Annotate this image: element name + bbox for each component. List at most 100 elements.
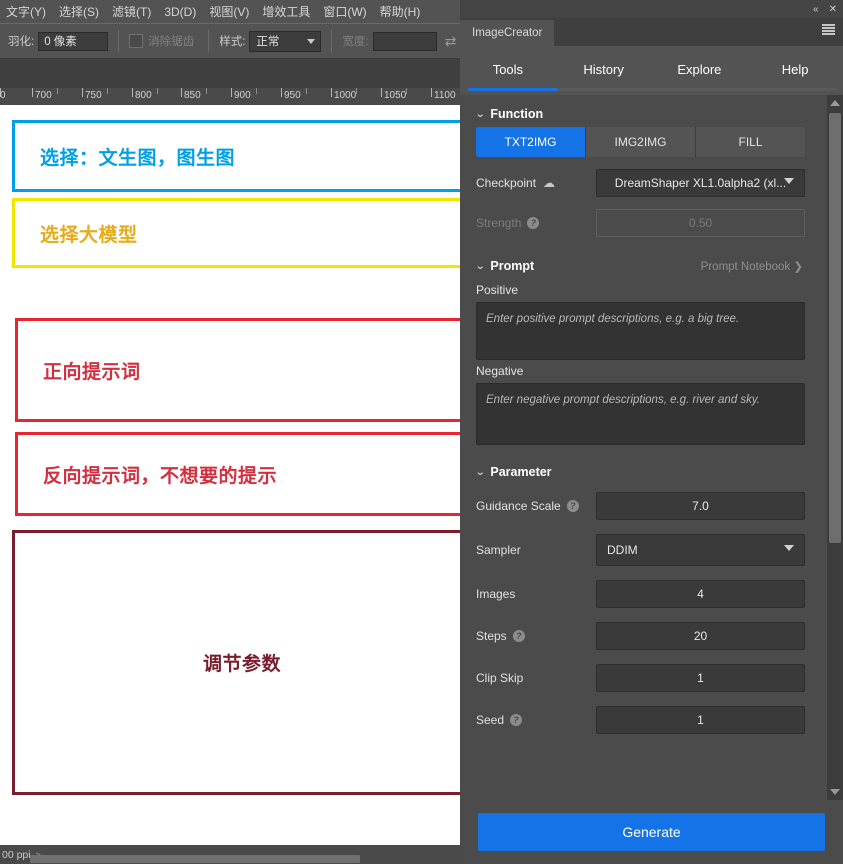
clip-skip-label-wrap: Clip Skip [476,671,596,685]
row-checkpoint: Checkpoint ☁ DreamShaper XL1.0alpha2 (xl… [470,163,811,203]
host-application-area: 文字(Y) 选择(S) 滤镜(T) 3D(D) 视图(V) 增效工具 窗口(W)… [0,0,475,864]
menu-item-help[interactable]: 帮助(H) [380,3,421,20]
prompt-notebook-link[interactable]: Prompt Notebook ❯ [701,259,803,273]
section-header-parameter[interactable]: ⌄ Parameter [470,457,811,485]
sampler-select[interactable]: DDIM [596,534,805,566]
steps-value: 20 [693,629,708,643]
ruler-label-850: 850 [184,90,201,101]
imagecreator-panel: « ✕ ImageCreator Tools History Explore H… [460,0,843,864]
checkpoint-label-wrap: Checkpoint ☁ [476,176,596,190]
info-icon[interactable]: ? [510,714,523,726]
generate-button[interactable]: Generate [478,813,825,851]
clip-skip-input[interactable]: 1 [596,664,805,692]
nav-tab-history[interactable]: History [556,50,652,90]
menu-item-select[interactable]: 选择(S) [59,3,99,20]
positive-label: Positive [476,283,519,297]
section-header-prompt[interactable]: ⌄ Prompt Prompt Notebook ❯ [470,251,811,279]
panel-menu-icon[interactable] [822,24,835,35]
horizontal-scrollbar[interactable] [30,855,360,863]
section-title-parameter-wrap: ⌄ Parameter [474,465,552,479]
checkpoint-select[interactable]: DreamShaper XL1.0alpha2 (xl... [596,169,805,197]
section-header-function[interactable]: ⌄ Function [470,99,811,127]
panel-scrollbar[interactable] [827,95,843,800]
width-label: 宽度: [342,36,369,48]
menu-item-window[interactable]: 窗口(W) [323,3,366,20]
sampler-value: DDIM [607,543,638,557]
ruler-label-900: 900 [234,90,251,101]
seed-label-wrap: Seed ? [476,713,596,727]
info-icon[interactable]: ? [527,217,540,229]
menu-item-plugins[interactable]: 增效工具 [262,3,310,20]
antialias-label: 消除锯齿 [148,36,195,48]
function-btn-txt2img[interactable]: TXT2IMG [476,127,586,157]
annotation-box-function: 选择：文生图，图生图 [12,120,472,192]
seed-label: Seed [476,713,505,727]
strength-label-wrap: Strength ? [476,216,596,230]
seed-input[interactable]: 1 [596,706,805,734]
chevron-down-icon: ⌄ [474,466,486,478]
tab-imagecreator[interactable]: ImageCreator [460,20,555,46]
menu-item-view[interactable]: 视图(V) [209,3,249,20]
ruler-label-1000: 1000 [334,90,357,101]
steps-input[interactable]: 20 [596,622,805,650]
menu-item-text[interactable]: 文字(Y) [6,3,46,20]
sampler-label: Sampler [476,543,521,557]
section-title-function: Function [490,107,544,121]
guidance-scale-input[interactable]: 7.0 [596,492,805,520]
row-sampler: Sampler DDIM [470,527,811,573]
info-icon[interactable]: ? [512,630,525,642]
function-btn-img2img[interactable]: IMG2IMG [586,127,696,157]
images-input[interactable]: 4 [596,580,805,608]
scroll-up-arrow-icon[interactable] [830,100,840,106]
nav-tab-help[interactable]: Help [747,50,843,90]
options-divider-3 [331,30,333,52]
section-title-function-wrap: ⌄ Function [474,107,544,121]
checkpoint-label: Checkpoint [476,176,537,190]
strength-label: Strength [476,216,522,230]
guidance-scale-label: Guidance Scale [476,499,561,513]
row-steps: Steps ? 20 [470,615,811,657]
chevron-down-icon: ⌄ [474,108,486,120]
section-title-prompt-wrap: ⌄ Prompt [474,259,534,273]
positive-prompt-input[interactable]: Enter positive prompt descriptions, e.g.… [476,302,805,360]
ruler-label-1100: 1100 [434,90,456,101]
row-guidance-scale: Guidance Scale ? 7.0 [470,485,811,527]
antialias-checkbox[interactable] [129,34,144,48]
panel-titlebar: « ✕ [460,0,843,18]
nav-active-indicator-track [468,88,837,91]
width-input[interactable] [372,31,437,51]
nav-tab-tools[interactable]: Tools [460,50,556,90]
guidance-scale-value: 7.0 [692,499,709,513]
document-tab-strip [0,59,460,88]
chevron-down-icon: ⌄ [474,260,486,272]
chevron-down-icon [784,178,794,184]
section-title-parameter: Parameter [490,465,552,479]
negative-prompt-input[interactable]: Enter negative prompt descriptions, e.g.… [476,383,805,445]
row-clip-skip: Clip Skip 1 [470,657,811,699]
section-model: Checkpoint ☁ DreamShaper XL1.0alpha2 (xl… [470,157,811,243]
row-strength: Strength ? 0.50 [470,203,811,243]
nav-tab-explore[interactable]: Explore [652,50,748,90]
ruler-label-800: 800 [135,90,152,101]
panel-nav: Tools History Explore Help [460,46,843,93]
menu-item-3d[interactable]: 3D(D) [164,5,196,19]
images-label: Images [476,587,516,601]
scrollbar-thumb[interactable] [829,113,841,543]
annotation-box-negative: 反向提示词，不想要的提示 [15,432,475,516]
info-icon[interactable]: ? [566,500,579,512]
scroll-down-arrow-icon[interactable] [830,789,840,795]
guidance-scale-label-wrap: Guidance Scale ? [476,499,596,513]
feather-input[interactable]: 0 像素 [38,31,109,51]
function-btn-fill[interactable]: FILL [696,127,805,157]
style-select[interactable]: 正常 [249,30,322,52]
annotation-label-parameter: 调节参数 [202,654,281,675]
annotation-label-checkpoint: 选择大模型 [40,224,138,246]
swap-icon[interactable]: ⇄ [445,33,457,50]
panel-scroll-body: ⌄ Function TXT2IMG IMG2IMG FILL Checkpoi… [460,95,843,800]
ruler-label-0: 0 [0,90,6,101]
close-icon[interactable]: ✕ [829,4,837,15]
menu-item-filter[interactable]: 滤镜(T) [112,3,151,20]
collapse-icon[interactable]: « [813,4,819,15]
panel-content: ⌄ Function TXT2IMG IMG2IMG FILL Checkpoi… [460,95,821,800]
chevron-down-icon [307,38,316,44]
